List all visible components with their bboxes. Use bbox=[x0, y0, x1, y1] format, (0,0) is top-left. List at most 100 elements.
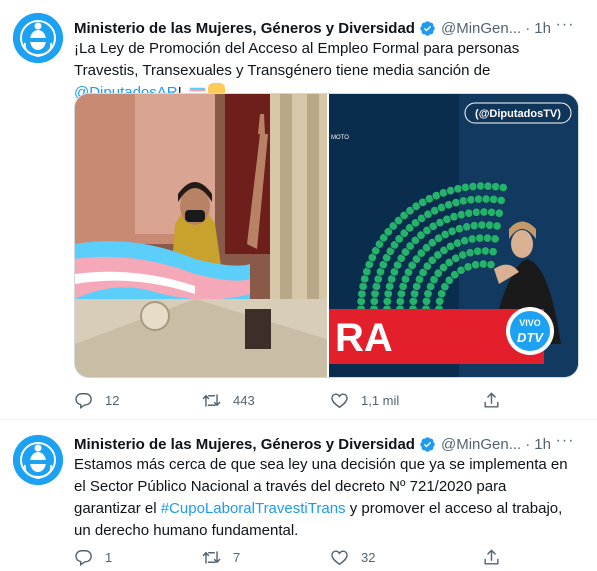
retweet-count: 443 bbox=[233, 392, 255, 408]
like-icon bbox=[330, 548, 349, 567]
seat-dot bbox=[487, 207, 497, 217]
seat-dot bbox=[475, 233, 485, 243]
seat-dot bbox=[468, 182, 478, 192]
seat-dot bbox=[477, 220, 487, 230]
avatar[interactable] bbox=[13, 435, 63, 485]
reply-count: 1 bbox=[105, 549, 113, 565]
seat-dot bbox=[462, 222, 472, 232]
seat-dot bbox=[483, 233, 493, 243]
retweet-icon bbox=[202, 391, 221, 410]
broadcast-badge-bottom: DTV bbox=[517, 330, 544, 345]
seat-dot bbox=[460, 182, 470, 192]
author-name[interactable]: Ministerio de las Mujeres, Géneros y Div… bbox=[74, 436, 415, 453]
verified-badge-icon bbox=[419, 20, 436, 37]
retweet-button[interactable]: 443 bbox=[202, 391, 330, 410]
reply-button[interactable]: 12 bbox=[74, 391, 202, 410]
like-count: 1,1 mil bbox=[361, 392, 400, 408]
broadcast-banner-text: RA bbox=[335, 316, 393, 360]
reply-button[interactable]: 1 bbox=[74, 548, 202, 567]
author-handle[interactable]: @MinGen... bbox=[441, 20, 521, 37]
author-handle[interactable]: @MinGen... bbox=[441, 436, 521, 453]
tweet[interactable]: Ministerio de las Mujeres, Géneros y Div… bbox=[0, 0, 597, 420]
retweet-count: 7 bbox=[233, 549, 241, 565]
seat-dot bbox=[478, 259, 488, 269]
like-button[interactable]: 32 bbox=[330, 548, 482, 567]
seat-dot bbox=[471, 207, 481, 217]
seat-dot bbox=[464, 208, 474, 218]
seat-dot bbox=[469, 221, 479, 231]
tweet-text-part: ¡La Ley de Promoción del Acceso al Emple… bbox=[74, 40, 520, 79]
timestamp[interactable]: 1h bbox=[534, 436, 551, 453]
media-grid: (@DiputadosTV) MOTO RA VIVO DTV bbox=[74, 93, 579, 378]
tweet-text: Estamos más cerca de que sea ley una dec… bbox=[74, 454, 577, 542]
seat-dot bbox=[383, 289, 393, 299]
seat-dot bbox=[486, 260, 496, 270]
seat-dot bbox=[385, 281, 395, 291]
media-photo-broadcast[interactable]: (@DiputadosTV) MOTO RA VIVO DTV bbox=[329, 94, 578, 377]
seat-dot bbox=[408, 296, 418, 306]
argentina-coat-of-arms-icon bbox=[13, 13, 63, 63]
argentina-coat-of-arms-icon bbox=[13, 435, 63, 485]
retweet-button[interactable]: 7 bbox=[202, 548, 330, 567]
avatar[interactable] bbox=[13, 13, 63, 63]
seat-dot bbox=[476, 181, 486, 191]
share-button[interactable] bbox=[482, 391, 501, 410]
seat-dot bbox=[473, 246, 483, 256]
seat-dot bbox=[449, 212, 459, 222]
seat-dot bbox=[422, 296, 432, 306]
like-button[interactable]: 1,1 mil bbox=[330, 391, 482, 410]
seat-dot bbox=[382, 296, 392, 306]
seat-dot bbox=[490, 234, 500, 244]
seat-dot bbox=[491, 182, 501, 192]
share-icon bbox=[482, 391, 501, 410]
seat-dot bbox=[446, 186, 456, 196]
tweet-header: Ministerio de las Mujeres, Géneros y Div… bbox=[74, 433, 583, 454]
seat-dot bbox=[496, 195, 506, 205]
more-options-icon[interactable]: ··· bbox=[553, 17, 577, 38]
seat-dot bbox=[492, 221, 502, 231]
hashtag-link[interactable]: #CupoLaboralTravestiTrans bbox=[161, 500, 346, 517]
media-photo-legislator[interactable] bbox=[75, 94, 327, 377]
photo-illustration bbox=[75, 94, 327, 377]
reply-icon bbox=[74, 548, 93, 567]
seat-dot bbox=[489, 194, 499, 204]
reply-icon bbox=[74, 391, 93, 410]
seat-dot bbox=[371, 281, 381, 291]
seat-dot bbox=[479, 207, 489, 217]
broadcast-illustration: (@DiputadosTV) MOTO RA VIVO DTV bbox=[329, 94, 578, 377]
seat-dot bbox=[465, 248, 475, 258]
seat-dot bbox=[451, 198, 461, 208]
seat-dot bbox=[410, 289, 420, 299]
separator-dot: · bbox=[525, 19, 531, 37]
seat-dot bbox=[466, 195, 476, 205]
separator-dot: · bbox=[525, 435, 531, 453]
seat-dot bbox=[358, 281, 368, 291]
share-button[interactable] bbox=[482, 548, 501, 567]
seat-dot bbox=[498, 183, 508, 193]
seat-dot bbox=[474, 194, 484, 204]
seat-dot bbox=[483, 181, 493, 191]
seat-dot bbox=[471, 260, 481, 270]
retweet-icon bbox=[202, 548, 221, 567]
seat-dot bbox=[356, 296, 366, 306]
seat-dot bbox=[369, 296, 379, 306]
tweet-actions: 1 7 32 bbox=[74, 547, 537, 567]
author-name[interactable]: Ministerio de las Mujeres, Géneros y Div… bbox=[74, 20, 415, 37]
seat-dot bbox=[456, 210, 466, 220]
verified-badge-icon bbox=[419, 436, 436, 453]
more-options-icon[interactable]: ··· bbox=[553, 433, 577, 454]
seat-dot bbox=[460, 236, 470, 246]
seat-dot bbox=[480, 246, 490, 256]
broadcast-badge-top: VIVO bbox=[519, 318, 541, 328]
seat-dot bbox=[370, 289, 380, 299]
seat-dot bbox=[454, 224, 464, 234]
timestamp[interactable]: 1h bbox=[534, 20, 551, 37]
like-count: 32 bbox=[361, 549, 376, 565]
seat-dot bbox=[396, 289, 406, 299]
tweet[interactable]: Ministerio de las Mujeres, Géneros y Div… bbox=[0, 420, 597, 571]
broadcast-label: MOTO bbox=[331, 135, 349, 141]
seat-dot bbox=[458, 196, 468, 206]
seat-dot bbox=[395, 296, 405, 306]
seat-dot bbox=[453, 184, 463, 194]
seat-dot bbox=[488, 247, 498, 257]
